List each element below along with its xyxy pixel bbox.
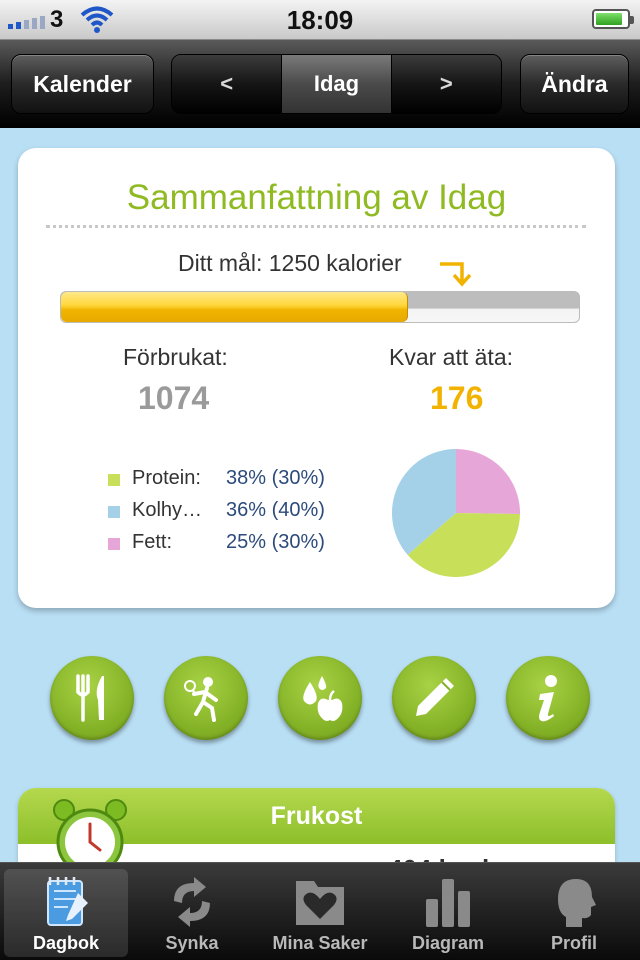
remaining-label: Kvar att äta: — [389, 344, 514, 370]
burned-label: Förbrukat: — [123, 344, 228, 370]
tab-label: Diagram — [411, 933, 485, 953]
tab-label: Synka — [165, 933, 219, 953]
add-note-button[interactable] — [392, 656, 476, 740]
calendar-button[interactable]: Kalender — [11, 54, 154, 114]
exercise-icon — [184, 677, 218, 722]
fork-knife-icon — [76, 674, 104, 722]
clock: 18:09 — [286, 5, 354, 35]
fat-swatch — [108, 538, 120, 550]
macro-name: Kolhy… — [132, 499, 203, 521]
sync-icon — [174, 877, 210, 927]
carbs-swatch — [108, 506, 120, 518]
notebook-icon — [47, 877, 88, 926]
add-exercise-button[interactable] — [164, 656, 248, 740]
calorie-progress-bar — [60, 291, 580, 323]
burned-value: 1074 — [138, 380, 210, 416]
day-selector: < Idag > — [171, 54, 502, 114]
info-icon — [539, 675, 557, 722]
tab-label: Mina Saker — [272, 933, 368, 953]
tab-label: Dagbok — [32, 933, 99, 953]
summary-title: Sammanfattning av Idag — [126, 178, 507, 217]
info-button[interactable] — [506, 656, 590, 740]
tab-sync[interactable]: Synka — [130, 869, 254, 957]
previous-day-button[interactable]: < — [172, 55, 283, 113]
battery-icon — [592, 9, 634, 29]
edit-button[interactable]: Ändra — [520, 54, 629, 114]
calorie-goal: Ditt mål: 1250 kalorier — [178, 250, 402, 276]
next-day-button[interactable]: > — [390, 55, 501, 113]
water-apple-icon — [303, 676, 343, 721]
profile-icon — [558, 879, 596, 927]
remaining-value: 176 — [430, 380, 484, 416]
macro-name: Fett: — [132, 531, 173, 553]
tab-label: Profil — [550, 933, 597, 953]
macro-name: Protein: — [132, 467, 201, 489]
divider — [46, 225, 586, 228]
summary-card: Sammanfattning av Idag Ditt mål: 1250 ka… — [18, 148, 615, 608]
tab-diary[interactable]: Dagbok — [4, 869, 128, 957]
macro-value: 25% (30%) — [226, 531, 325, 553]
status-bar: 3 18:09 — [0, 0, 640, 40]
today-button[interactable]: Idag — [282, 55, 391, 113]
add-water-button[interactable] — [278, 656, 362, 740]
macro-value: 36% (40%) — [226, 499, 325, 521]
macro-value: 38% (30%) — [226, 467, 325, 489]
macro-pie-chart — [392, 449, 520, 577]
goal-arrow-icon — [440, 262, 472, 287]
heart-folder-icon — [296, 881, 344, 925]
quick-actions — [0, 656, 640, 740]
tab-profile[interactable]: Profil — [512, 869, 636, 957]
protein-swatch — [108, 474, 120, 486]
tab-charts[interactable]: Diagram — [386, 869, 510, 957]
tab-bar: Dagbok Synka Mina Saker Diagram Profil — [0, 862, 640, 960]
battery-level — [596, 13, 622, 25]
calorie-progress-fill — [61, 292, 409, 322]
tab-my-items[interactable]: Mina Saker — [258, 869, 382, 957]
add-food-button[interactable] — [50, 656, 134, 740]
nav-bar: Kalender < Idag > Ändra — [0, 40, 640, 128]
pencil-icon — [416, 678, 454, 716]
pie-slice — [456, 449, 520, 515]
bar-chart-icon — [426, 879, 470, 927]
